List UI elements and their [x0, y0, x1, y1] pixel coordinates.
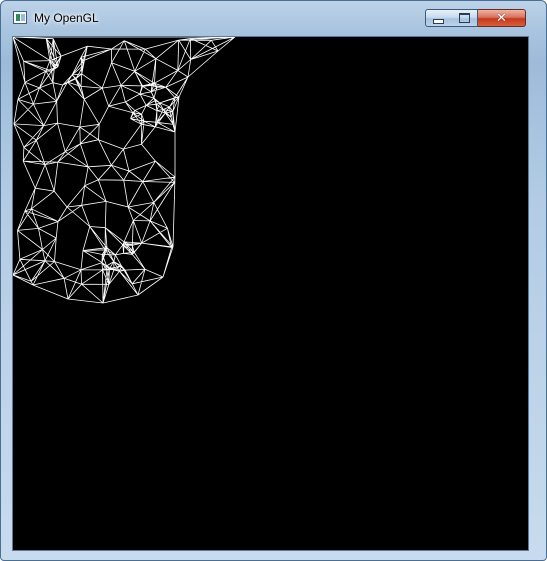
- maximize-button[interactable]: [451, 9, 478, 27]
- wireframe-mesh: [13, 37, 236, 304]
- opengl-viewport[interactable]: [12, 36, 529, 551]
- minimize-icon: [433, 19, 444, 24]
- close-button[interactable]: ✕: [478, 9, 526, 27]
- title-bar[interactable]: My OpenGL ✕: [1, 1, 546, 35]
- maximize-icon: [458, 13, 470, 23]
- window-title: My OpenGL: [34, 11, 99, 25]
- mesh-edges: [13, 37, 236, 304]
- minimize-button[interactable]: [425, 9, 452, 27]
- close-icon: ✕: [496, 10, 507, 26]
- app-window-icon[interactable]: [13, 11, 27, 24]
- app-window: My OpenGL ✕: [0, 0, 547, 561]
